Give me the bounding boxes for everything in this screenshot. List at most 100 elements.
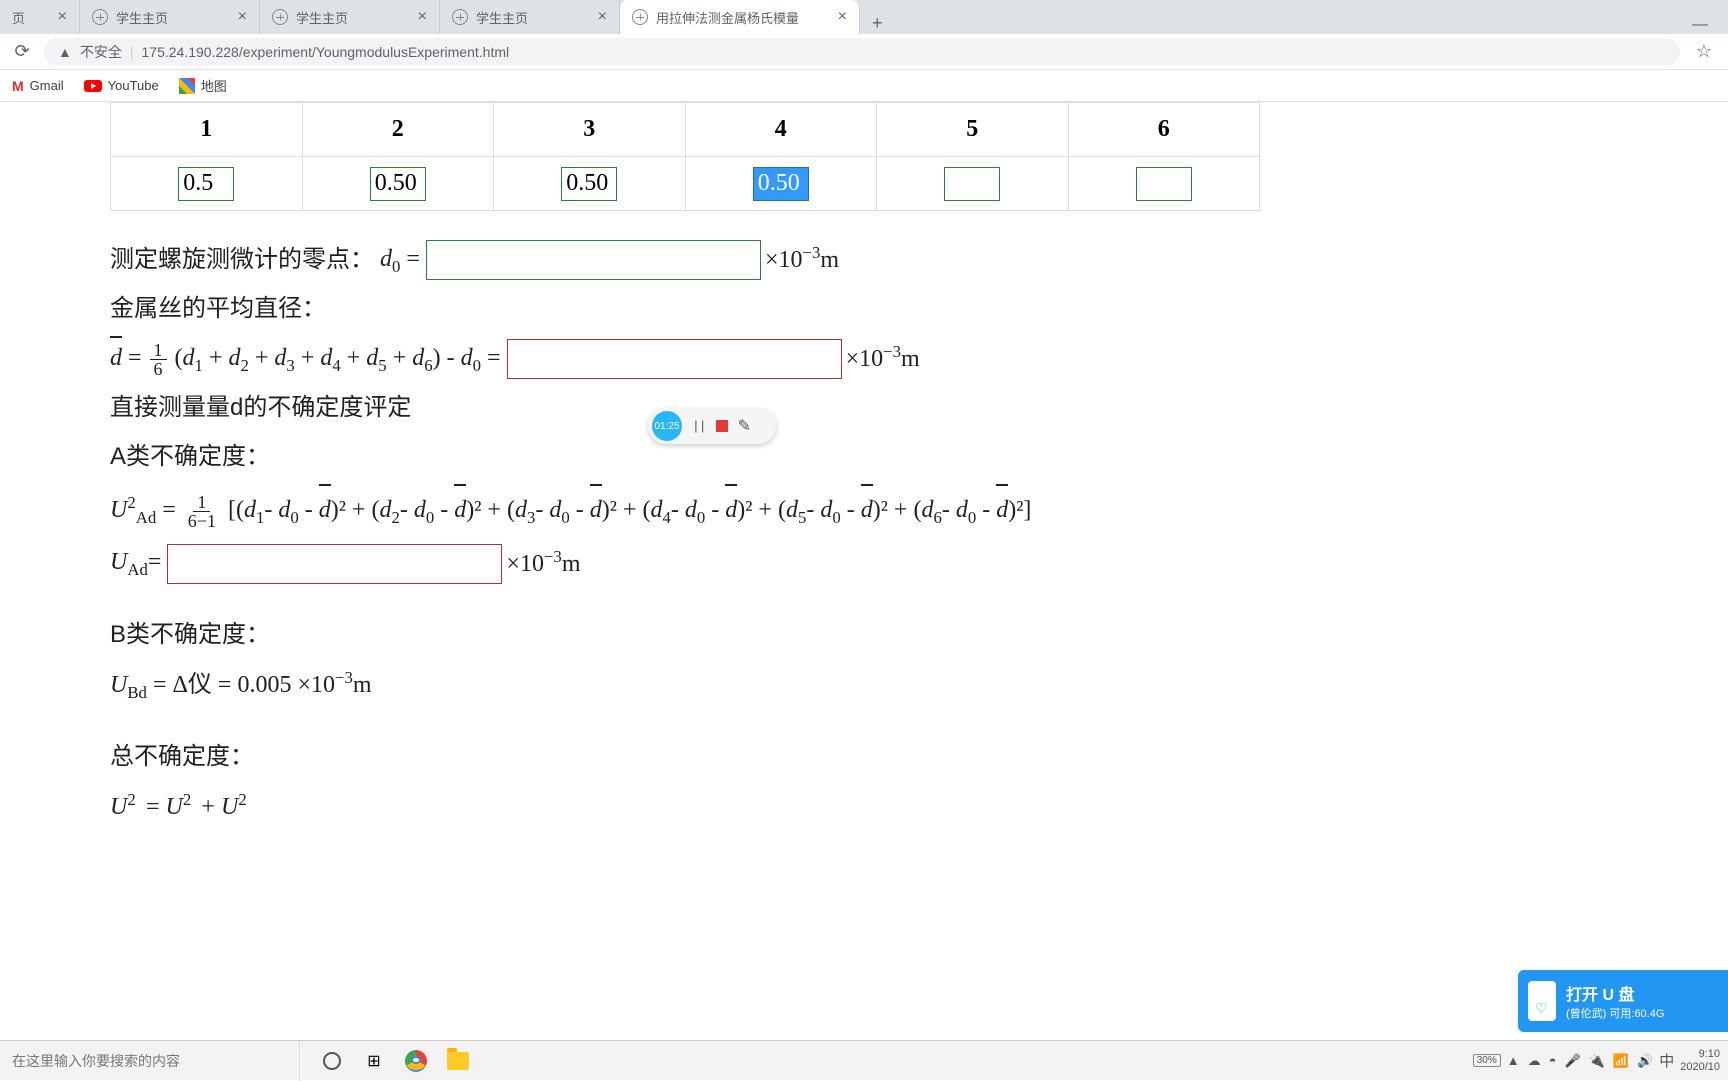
- pen-icon[interactable]: ✎: [738, 416, 751, 436]
- cortana-icon[interactable]: [320, 1049, 344, 1073]
- measurement-table: 1 2 3 4 5 6: [110, 102, 1260, 211]
- unit-m: m: [562, 551, 581, 577]
- col-header: 3: [494, 103, 686, 157]
- d1-input[interactable]: [178, 167, 234, 201]
- uad-row: UAd= ×10−3m: [110, 542, 1728, 584]
- gmail-icon: M: [12, 78, 24, 94]
- taskbar-search[interactable]: 在这里输入你要搜索的内容: [0, 1041, 300, 1081]
- bookmark-label: YouTube: [108, 78, 159, 93]
- url-text: 175.24.190.228/experiment/YoungmodulusEx…: [142, 44, 510, 60]
- x10: ×10: [846, 346, 884, 372]
- d3-input[interactable]: [561, 167, 617, 201]
- tab-strip: 页 × 学生主页 × 学生主页 × 学生主页 × 用拉伸法测金属杨氏模量 × +…: [0, 0, 1728, 34]
- globe-icon: [632, 9, 648, 25]
- window-controls: —: [1692, 16, 1728, 34]
- tab-1[interactable]: 学生主页 ×: [80, 0, 260, 34]
- close-icon[interactable]: ×: [418, 8, 427, 26]
- wifi-icon[interactable]: 📶: [1613, 1053, 1629, 1069]
- close-icon[interactable]: ×: [58, 8, 67, 26]
- warning-icon: ▲: [58, 44, 72, 60]
- bookmark-maps[interactable]: 地图: [179, 76, 227, 95]
- dbar-input[interactable]: [507, 339, 842, 379]
- label-zero-point: 测定螺旋测微计的零点：: [110, 240, 374, 281]
- globe-icon: [272, 9, 288, 25]
- globe-icon: [452, 9, 468, 25]
- label-type-b: B类不确定度：: [110, 615, 270, 656]
- tab-3[interactable]: 学生主页 ×: [440, 0, 620, 34]
- tab-title: 学生主页: [296, 8, 348, 27]
- reload-icon[interactable]: ⟳: [8, 41, 36, 62]
- bookmarks-bar: M Gmail YouTube 地图: [0, 70, 1728, 102]
- col-header: 6: [1068, 103, 1260, 157]
- neg3: −3: [544, 547, 562, 566]
- tab-0[interactable]: 页 ×: [0, 0, 80, 34]
- globe-icon: [92, 9, 108, 25]
- minimize-icon[interactable]: —: [1692, 16, 1708, 34]
- uad-input[interactable]: [167, 544, 502, 584]
- shield-icon[interactable]: ◓: [1549, 1053, 1557, 1069]
- tab-title: 学生主页: [476, 8, 528, 27]
- neg3: −3: [883, 342, 901, 361]
- avg-formula-row: d = 16 (d1 + d2 + d3 + d4 + d5 + d6) - d…: [110, 338, 1728, 380]
- recorder-timer: 01:25: [652, 411, 682, 441]
- b-value: = Δ仪 = 0.005 ×10: [147, 672, 335, 698]
- d4-input[interactable]: [753, 167, 809, 201]
- tray-icon[interactable]: ▲: [1507, 1053, 1520, 1069]
- screen-recorder-widget[interactable]: 01:25 || ✎: [648, 408, 776, 444]
- clock[interactable]: 9:10 2020/10: [1680, 1048, 1720, 1072]
- bookmark-gmail[interactable]: M Gmail: [12, 78, 64, 94]
- close-icon[interactable]: ×: [598, 8, 607, 26]
- close-icon[interactable]: ×: [238, 8, 247, 26]
- bookmark-label: 地图: [201, 76, 227, 95]
- usb-title: 打开 U 盘: [1566, 981, 1664, 1005]
- search-placeholder: 在这里输入你要搜索的内容: [12, 1051, 180, 1071]
- close-icon[interactable]: ×: [838, 8, 847, 26]
- unit-m: m: [353, 672, 372, 698]
- date-text: 2020/10: [1680, 1061, 1720, 1073]
- taskbar: 在这里输入你要搜索的内容 ⊞ 30% ▲ ☁ ◓ 🎤 🔌 📶 🔊 中 9:10 …: [0, 1040, 1728, 1080]
- chrome-taskbar-icon[interactable]: [404, 1049, 428, 1073]
- ubd-row: UBd = Δ仪 = 0.005 ×10−3m: [110, 664, 1728, 707]
- separator: |: [130, 44, 134, 60]
- volume-icon[interactable]: 🔊: [1637, 1053, 1653, 1069]
- label-avg-diameter: 金属丝的平均直径：: [110, 289, 326, 330]
- tab-title: 页: [12, 8, 25, 27]
- d0-input[interactable]: [426, 240, 761, 280]
- bookmark-label: Gmail: [30, 78, 64, 93]
- col-header: 5: [877, 103, 1069, 157]
- new-tab-button[interactable]: +: [860, 13, 895, 34]
- pause-icon[interactable]: ||: [692, 419, 706, 434]
- d5-input[interactable]: [944, 167, 1000, 201]
- tab-title: 学生主页: [116, 8, 168, 27]
- stop-icon[interactable]: [716, 420, 728, 432]
- address-bar[interactable]: ▲ 不安全 | 175.24.190.228/experiment/Youngm…: [44, 38, 1680, 66]
- x10: ×10: [765, 247, 803, 273]
- cloud-icon[interactable]: ☁: [1528, 1053, 1541, 1069]
- ime-indicator[interactable]: 中: [1659, 1050, 1674, 1071]
- bookmark-youtube[interactable]: YouTube: [84, 78, 159, 93]
- explorer-icon[interactable]: [446, 1049, 470, 1073]
- neg3: −3: [335, 668, 353, 687]
- total-formula: U2 = U2 + U2: [110, 786, 1728, 829]
- unit-m: m: [820, 247, 839, 273]
- mic-icon[interactable]: 🎤: [1564, 1053, 1580, 1069]
- ua-formula: U2Ad = 16−1 [(d1- d0 - d)² + (d2- d0 - d…: [110, 486, 1728, 534]
- tab-4-active[interactable]: 用拉伸法测金属杨氏模量 ×: [620, 0, 860, 34]
- page-content: 1 2 3 4 5 6 测定螺旋测微计的零点： d0 = ×10: [0, 102, 1728, 829]
- power-icon[interactable]: 🔌: [1589, 1053, 1605, 1069]
- unit-m: m: [901, 346, 920, 372]
- zero-point-row: 测定螺旋测微计的零点： d0 = ×10−3m: [110, 239, 1728, 281]
- bookmark-star-icon[interactable]: ☆: [1688, 41, 1720, 62]
- usb-notification[interactable]: 打开 U 盘 (曾伦武) 可用:60.4G: [1518, 970, 1728, 1032]
- d6-input[interactable]: [1136, 167, 1192, 201]
- address-row: ⟳ ▲ 不安全 | 175.24.190.228/experiment/Youn…: [0, 34, 1728, 70]
- usb-icon: [1528, 981, 1556, 1021]
- col-header: 2: [302, 103, 494, 157]
- neg3: −3: [802, 243, 820, 262]
- battery-indicator[interactable]: 30%: [1473, 1054, 1501, 1067]
- d2-input[interactable]: [370, 167, 426, 201]
- youtube-icon: [84, 80, 102, 92]
- system-tray: 30% ▲ ☁ ◓ 🎤 🔌 📶 🔊 中 9:10 2020/10: [1473, 1048, 1728, 1072]
- tab-2[interactable]: 学生主页 ×: [260, 0, 440, 34]
- task-view-icon[interactable]: ⊞: [362, 1049, 386, 1073]
